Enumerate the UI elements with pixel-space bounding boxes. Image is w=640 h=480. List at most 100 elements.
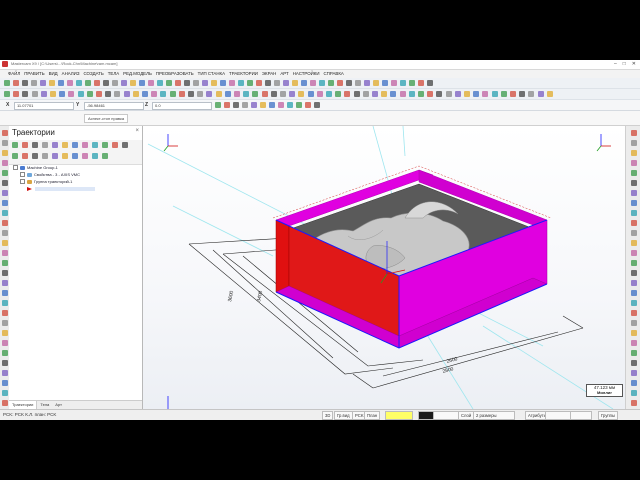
toolbar-tool-icon[interactable]	[335, 91, 342, 97]
toolbar-tool-icon[interactable]	[157, 80, 163, 86]
side-tool-icon[interactable]	[630, 380, 637, 386]
toolbar-tool-icon[interactable]	[52, 153, 58, 159]
side-tool-icon[interactable]	[1, 300, 8, 306]
side-tool-icon[interactable]	[630, 330, 637, 336]
toolbar-tool-icon[interactable]	[178, 91, 185, 97]
toolbar-tool-icon[interactable]	[77, 91, 84, 97]
toolbar-tool-icon[interactable]	[289, 91, 296, 97]
side-tool-icon[interactable]	[1, 280, 8, 286]
toolbar-tool-icon[interactable]	[243, 91, 250, 97]
toolbar-tool-icon[interactable]	[52, 142, 58, 148]
toolbar-tool-icon[interactable]	[12, 142, 18, 148]
side-tool-icon[interactable]	[1, 140, 8, 146]
toolbar-tool-icon[interactable]	[408, 91, 415, 97]
toolbar-tool-icon[interactable]	[31, 80, 37, 86]
toolbar-tool-icon[interactable]	[94, 80, 100, 86]
toolbar-tool-icon[interactable]	[123, 91, 130, 97]
side-tool-icon[interactable]	[1, 330, 8, 336]
toolbar-tool-icon[interactable]	[256, 80, 262, 86]
side-tool-icon[interactable]	[630, 250, 637, 256]
toolbar-tool-icon[interactable]	[224, 91, 231, 97]
side-tool-icon[interactable]	[630, 190, 637, 196]
toolbar-tool-icon[interactable]	[42, 142, 48, 148]
tree-insert-arrow[interactable]	[13, 185, 96, 192]
toolbar-tool-icon[interactable]	[59, 91, 66, 97]
toolbar-tool-icon[interactable]	[211, 80, 217, 86]
side-tool-icon[interactable]	[630, 210, 637, 216]
toolbar-tool-icon[interactable]	[473, 91, 480, 97]
side-tool-icon[interactable]	[1, 320, 8, 326]
side-tool-icon[interactable]	[1, 200, 8, 206]
toolbar-tool-icon[interactable]	[287, 102, 293, 108]
toolbar-tool-icon[interactable]	[76, 80, 82, 86]
toolbar-tool-icon[interactable]	[251, 102, 257, 108]
toolbar-tool-icon[interactable]	[122, 142, 128, 148]
toolbar-tool-icon[interactable]	[491, 91, 498, 97]
toolbar-tool-icon[interactable]	[4, 80, 10, 86]
toolbar-tool-icon[interactable]	[68, 91, 75, 97]
toolbar-tool-icon[interactable]	[242, 102, 248, 108]
side-tool-icon[interactable]	[630, 360, 637, 366]
side-tool-icon[interactable]	[630, 370, 637, 376]
side-tool-icon[interactable]	[1, 400, 8, 406]
side-tool-icon[interactable]	[630, 140, 637, 146]
panel-close-icon[interactable]: ×	[135, 128, 139, 134]
status-3d[interactable]: 3D	[322, 411, 334, 420]
toolbar-tool-icon[interactable]	[305, 102, 311, 108]
menu-item-5[interactable]: ТЕЛА	[108, 71, 119, 76]
toolbar-tool-icon[interactable]	[500, 91, 507, 97]
side-tool-icon[interactable]	[1, 220, 8, 226]
toolbar-tool-icon[interactable]	[269, 102, 275, 108]
minimize-button[interactable]: –	[614, 61, 617, 67]
toolbar-tool-icon[interactable]	[445, 91, 452, 97]
side-tool-icon[interactable]	[630, 220, 637, 226]
toolbar-tool-icon[interactable]	[142, 91, 148, 97]
toolbar-tool-icon[interactable]	[274, 80, 280, 86]
toolbar-tool-icon[interactable]	[31, 91, 38, 97]
side-tool-icon[interactable]	[630, 150, 637, 156]
toolbar-tool-icon[interactable]	[175, 80, 181, 86]
toolbar-tool-icon[interactable]	[278, 102, 284, 108]
side-tool-icon[interactable]	[630, 390, 637, 396]
toolbar-tool-icon[interactable]	[537, 91, 544, 97]
side-tool-icon[interactable]	[1, 210, 8, 216]
maximize-button[interactable]: □	[623, 61, 626, 67]
toolbar-tool-icon[interactable]	[22, 91, 29, 97]
side-tool-icon[interactable]	[1, 310, 8, 316]
side-tool-icon[interactable]	[630, 340, 637, 346]
toolbar-tool-icon[interactable]	[233, 102, 239, 108]
side-tool-icon[interactable]	[1, 130, 8, 136]
side-tool-icon[interactable]	[1, 170, 8, 176]
toolbar-tool-icon[interactable]	[373, 80, 379, 86]
toolbar-tool-icon[interactable]	[151, 91, 158, 97]
side-tool-icon[interactable]	[1, 380, 8, 386]
toolbar-tool-icon[interactable]	[418, 80, 424, 86]
toolbar-tool-icon[interactable]	[102, 153, 108, 159]
toolbar-tool-icon[interactable]	[355, 80, 361, 86]
toolbar-tool-icon[interactable]	[49, 80, 55, 86]
menu-item-6[interactable]: РЕД.МОДЕЛЬ	[123, 71, 152, 76]
side-tool-icon[interactable]	[1, 240, 8, 246]
toolbar-tool-icon[interactable]	[215, 102, 221, 108]
toolbar-tool-icon[interactable]	[58, 80, 64, 86]
status-line-style[interactable]	[545, 411, 571, 420]
side-tool-icon[interactable]	[1, 270, 8, 276]
expand-icon[interactable]	[13, 165, 18, 171]
close-button[interactable]: ✕	[632, 61, 636, 67]
toolbar-tool-icon[interactable]	[454, 91, 461, 97]
side-tool-icon[interactable]	[630, 200, 637, 206]
toolbar-tool-icon[interactable]	[238, 80, 244, 86]
toolbar-tool-icon[interactable]	[381, 91, 388, 97]
menu-item-9[interactable]: ТРАЕКТОРИИ	[229, 71, 258, 76]
side-tool-icon[interactable]	[1, 370, 8, 376]
y-coordinate-input[interactable]: -56.98461	[84, 101, 144, 110]
toolbar-tool-icon[interactable]	[86, 91, 93, 97]
toolbar-tool-icon[interactable]	[12, 153, 18, 159]
toolbar-tool-icon[interactable]	[427, 91, 434, 97]
toolbar-tool-icon[interactable]	[346, 80, 352, 86]
toolbar-tool-icon[interactable]	[184, 80, 190, 86]
toolbar-tool-icon[interactable]	[265, 80, 271, 86]
expand-icon[interactable]	[20, 172, 25, 178]
toolbar-tool-icon[interactable]	[13, 80, 19, 86]
menu-item-1[interactable]: ПРАВИТЬ	[24, 71, 44, 76]
